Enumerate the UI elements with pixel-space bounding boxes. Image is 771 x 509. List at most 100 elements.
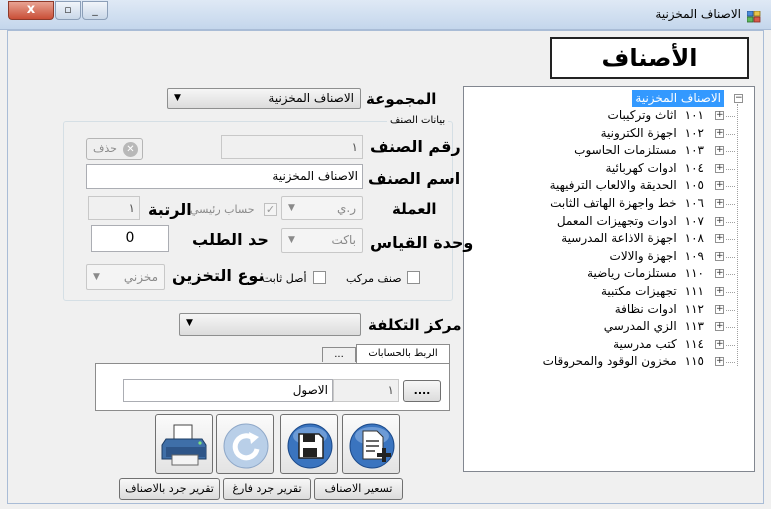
tree-expand-icon[interactable]: + (715, 251, 724, 261)
tree-expand-icon[interactable]: + (715, 181, 724, 191)
tree-node-name: الزي المدرسي (603, 319, 677, 334)
tree-expand-icon[interactable]: + (715, 304, 724, 314)
tree-node-name: ادوات كهربائية (605, 160, 677, 175)
tree-node[interactable]: ١٠٧ ادوات وتجهيزات المعمل (557, 213, 704, 230)
tree-connector (726, 344, 735, 346)
tab-accounts-linking[interactable]: الربط بالحسابات (356, 344, 450, 364)
tree-node-code: ١٠٢ (684, 125, 704, 140)
tree-node[interactable]: ١٠٥ الحديقة والالعاب الترفيهية (550, 177, 704, 194)
level-field[interactable]: ١ (88, 196, 140, 220)
tree-node-code: ١٠٤ (684, 160, 704, 175)
tree-node[interactable]: ١١٥ مخزون الوقود والمحروقات (543, 353, 704, 370)
refresh-button[interactable] (216, 414, 274, 474)
tree-node[interactable]: ١١٣ الزي المدرسي (604, 318, 704, 335)
main-account-checkbox[interactable]: ✓ (264, 203, 277, 216)
tree-expand-icon[interactable]: + (715, 322, 724, 332)
tree-node-name: خط واجهزة الهاتف الثابت (550, 196, 677, 210)
window-maximize-button[interactable]: ▫ (55, 1, 81, 20)
tree-connector (726, 168, 735, 170)
tree-node-code: ١٠٣ (684, 143, 704, 158)
tree-expand-icon[interactable]: + (715, 199, 724, 208)
tree-root-node[interactable]: الاصناف المخزنية (632, 90, 724, 107)
empty-inventory-report-button[interactable]: تقرير جرد فارغ (223, 478, 311, 500)
tree-node-code: ١٠٨ (684, 231, 704, 246)
tree-node-code: ١١٢ (684, 301, 704, 316)
tree-connector (726, 292, 735, 293)
item-number-label: رقم الصنف (370, 137, 461, 156)
tree-expand-icon[interactable]: + (715, 269, 724, 279)
tree-node[interactable]: ١١٢ ادوات نظافة (615, 301, 704, 318)
pricing-button[interactable]: تسعير الاصناف (314, 478, 403, 500)
reorder-limit-field[interactable]: 0 (91, 225, 169, 252)
group-dropdown[interactable]: الاصناف المخزنية ▼ (167, 88, 361, 109)
tab-accounts-more[interactable]: ... (322, 347, 356, 362)
app-window-icon (746, 8, 761, 23)
currency-label: العملة (392, 200, 437, 218)
tree-node[interactable]: ١٠٩ اجهزة والالات (610, 248, 704, 265)
save-button[interactable] (280, 414, 338, 474)
tree-connector (726, 327, 735, 329)
delete-icon: ✕ (123, 142, 138, 157)
tree-expand-icon[interactable]: + (715, 163, 724, 173)
category-tree[interactable]: − الاصناف المخزنية +١٠١ اثاث وتركيبات +١٠٢… (463, 86, 755, 472)
cost-center-dropdown[interactable]: ▼ (179, 313, 361, 336)
tree-node[interactable]: ١٠٣ مستلزمات الحاسوب (574, 142, 704, 159)
tree-collapse-icon[interactable]: − (734, 94, 743, 103)
tree-expand-icon[interactable]: + (715, 234, 724, 244)
window-close-button[interactable]: x (8, 1, 54, 20)
tree-node[interactable]: ١١٤ كتب مدرسية (613, 336, 704, 353)
account-name-field[interactable]: الاصول (123, 379, 333, 402)
account-code-field[interactable]: ١ (333, 379, 399, 402)
tree-connector (737, 104, 738, 366)
tree-node-name: ادوات وتجهيزات المعمل (556, 213, 677, 228)
tree-connector (726, 274, 735, 276)
tree-expand-icon[interactable]: + (715, 287, 724, 296)
account-lookup-button[interactable]: .... (403, 380, 441, 402)
tree-expand-icon[interactable]: + (715, 339, 724, 349)
tree-node[interactable]: ١٠٨ اجهزة الاذاعة المدرسية (561, 230, 704, 247)
currency-dropdown[interactable]: ر.ي ▼ (281, 196, 363, 220)
composite-item-label: صنف مركب (346, 272, 402, 285)
tree-node[interactable]: ١٠٦ خط واجهزة الهاتف الثابت (550, 195, 704, 212)
window-minimize-button[interactable]: _ (82, 1, 108, 20)
fixed-asset-label: أصل ثابت (262, 272, 307, 285)
tree-node-code: ١١٣ (684, 319, 704, 334)
tree-node-name: مستلزمات الحاسوب (574, 143, 677, 158)
tree-node[interactable]: ١٠١ اثاث وتركيبات (608, 107, 704, 124)
tree-connector (726, 186, 735, 188)
storage-type-label: نوع التخزين (172, 266, 265, 285)
storage-type-dropdown[interactable]: مخزني ▼ (86, 264, 165, 290)
fixed-asset-checkbox[interactable] (313, 271, 326, 284)
tree-node-code: ١١١ (684, 284, 704, 298)
tree-node-code: ١٠٩ (684, 248, 704, 263)
tree-node-name: تجهيزات مكتبية (601, 284, 677, 298)
tree-node[interactable]: ١٠٤ ادوات كهربائية (605, 160, 704, 177)
unit-dropdown[interactable]: باكت ▼ (281, 228, 363, 253)
reorder-limit-label: حد الطلب (192, 230, 269, 249)
dropdown-arrow-icon: ▼ (186, 318, 193, 328)
save-disk-icon (287, 423, 333, 469)
tree-node-code: ١١٤ (684, 336, 704, 351)
tree-connector (726, 116, 735, 117)
tree-node-code: ١١٥ (684, 354, 704, 369)
tree-node-name: اثاث وتركيبات (607, 108, 677, 122)
tree-expand-icon[interactable]: + (715, 111, 724, 120)
composite-item-checkbox[interactable] (407, 271, 420, 284)
tree-node[interactable]: ١١١ تجهيزات مكتبية (601, 283, 704, 300)
tree-node[interactable]: ١١٠ مستلزمات رياضية (587, 265, 704, 282)
tree-node-name: مخزون الوقود والمحروقات (542, 354, 677, 369)
delete-button[interactable]: ✕ حذف (86, 138, 143, 160)
item-name-field[interactable]: الاصناف المخزنية (86, 164, 363, 189)
inventory-report-button[interactable]: تقرير جرد بالاصناف (119, 478, 220, 500)
tree-expand-icon[interactable]: + (715, 216, 724, 226)
tree-node-name: ادوات نظافة (614, 301, 677, 316)
tree-node-code: ١٠٦ (684, 196, 704, 210)
tree-expand-icon[interactable]: + (715, 128, 724, 138)
item-number-field[interactable]: ١ (221, 135, 363, 159)
tree-node[interactable]: ١٠٢ اجهزة الكترونية (601, 125, 704, 142)
new-item-button[interactable] (342, 414, 400, 474)
unit-dropdown-value: باكت (331, 233, 357, 247)
print-button[interactable] (155, 414, 213, 474)
tree-expand-icon[interactable]: + (715, 357, 724, 367)
tree-expand-icon[interactable]: + (715, 146, 724, 156)
